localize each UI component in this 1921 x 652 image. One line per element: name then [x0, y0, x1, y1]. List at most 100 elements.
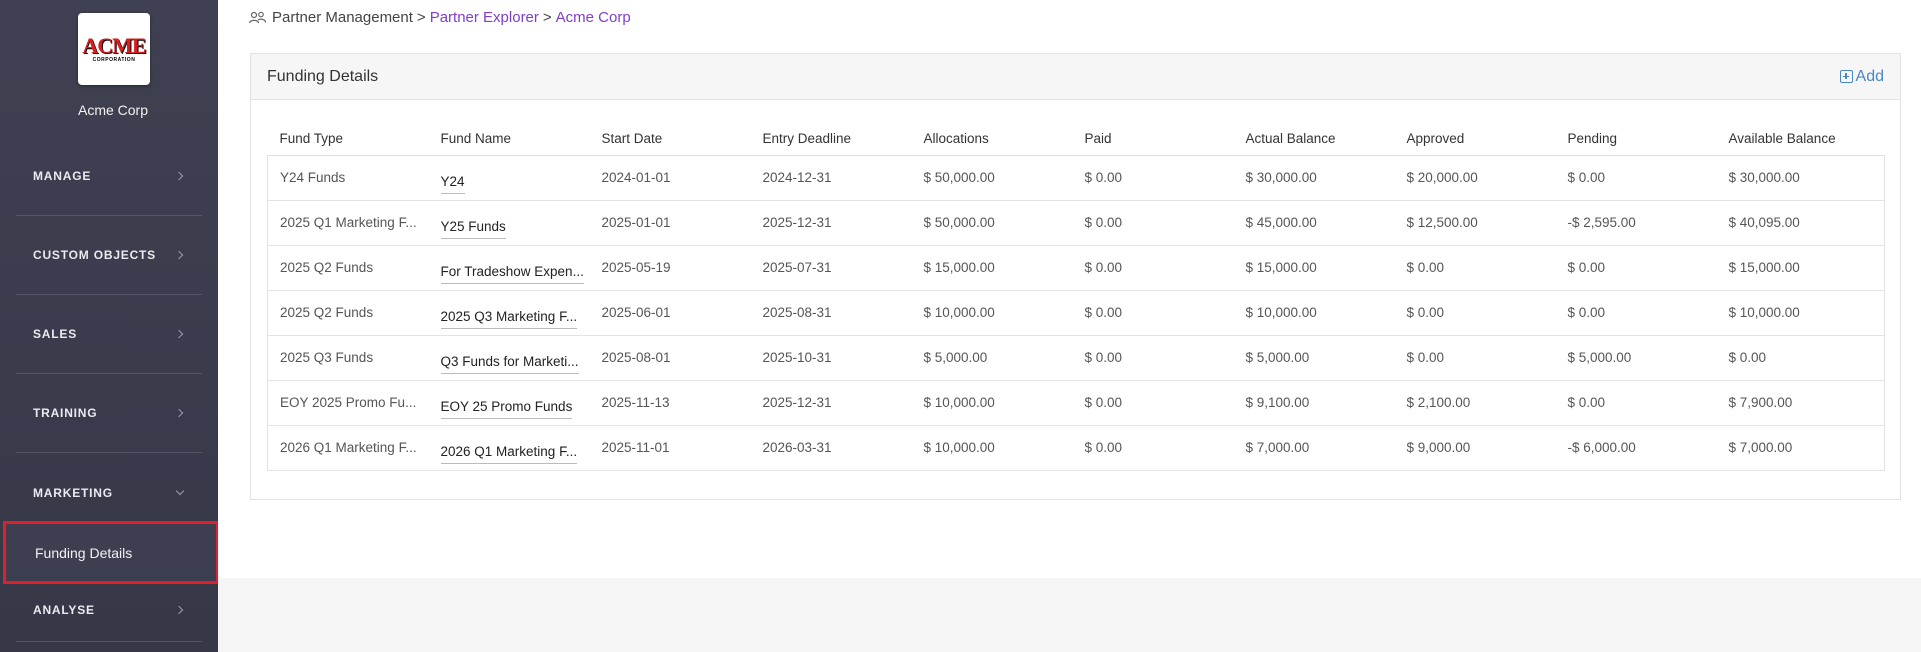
entry-deadline-cell: 2025-08-31 — [750, 290, 912, 336]
table-row[interactable]: 2026 Q1 Marketing F... 2026 Q1 Marketing… — [267, 425, 1885, 471]
available-balance-cell: $ 30,000.00 — [1716, 155, 1885, 201]
fund-name-cell: 2026 Q1 Marketing F... — [428, 425, 590, 471]
paid-cell: $ 0.00 — [1072, 200, 1234, 246]
entry-deadline-cell: 2025-07-31 — [750, 245, 912, 291]
table-row[interactable]: 2025 Q1 Marketing F... Y25 Funds 2025-01… — [267, 200, 1885, 246]
start-date-cell: 2024-01-01 — [589, 155, 751, 201]
chevron-right-icon — [174, 249, 186, 261]
allocations-cell: $ 15,000.00 — [911, 245, 1073, 291]
column-header[interactable]: Actual Balance — [1233, 122, 1395, 156]
fund-name-cell: 2025 Q3 Marketing F... — [428, 290, 590, 336]
approved-cell: $ 0.00 — [1394, 335, 1556, 381]
fund-name-link[interactable]: For Tradeshow Expen... — [440, 258, 584, 284]
sidebar-item-label: CUSTOM OBJECTS — [33, 248, 156, 262]
paid-cell: $ 0.00 — [1072, 155, 1234, 201]
sidebar-item-label: MARKETING — [33, 485, 113, 500]
company-logo[interactable]: ACME CORPORATION — [78, 13, 150, 85]
approved-cell: $ 0.00 — [1394, 245, 1556, 291]
allocations-cell: $ 5,000.00 — [911, 335, 1073, 381]
sidebar-item-custom-objects[interactable]: CUSTOM OBJECTS — [16, 216, 202, 295]
sidebar-subitem-funding-details[interactable]: Funding Details — [3, 521, 219, 584]
entry-deadline-cell: 2026-03-31 — [750, 425, 912, 471]
column-header[interactable]: Fund Type — [267, 122, 429, 156]
add-button-label: Add — [1855, 67, 1884, 85]
sidebar-item-sales[interactable]: SALES — [16, 295, 202, 374]
actual-balance-cell: $ 15,000.00 — [1233, 245, 1395, 291]
table-row[interactable]: Y24 Funds Y24 2024-01-01 2024-12-31 $ 50… — [267, 155, 1885, 201]
sidebar-item-training[interactable]: TRAINING — [16, 374, 202, 453]
breadcrumb-root[interactable]: Partner Management — [272, 9, 413, 26]
fund-type-cell: 2025 Q2 Funds — [267, 245, 429, 291]
paid-cell: $ 0.00 — [1072, 425, 1234, 471]
sidebar: ACME CORPORATION Acme Corp MANAGE CUSTOM… — [0, 0, 219, 652]
column-header[interactable]: Allocations — [911, 122, 1073, 156]
fund-name-link[interactable]: 2026 Q1 Marketing F... — [440, 438, 578, 464]
panel-header: Funding Details Add — [251, 54, 1900, 100]
table-body: Y24 Funds Y24 2024-01-01 2024-12-31 $ 50… — [267, 155, 1885, 471]
actual-balance-cell: $ 5,000.00 — [1233, 335, 1395, 381]
breadcrumb-acme-corp[interactable]: Acme Corp — [556, 9, 631, 26]
column-header[interactable]: Available Balance — [1716, 122, 1885, 156]
funding-table: Fund Type Fund Name Start Date Entry Dea… — [267, 122, 1885, 471]
column-header[interactable]: Fund Name — [428, 122, 590, 156]
paid-cell: $ 0.00 — [1072, 245, 1234, 291]
pending-cell: $ 0.00 — [1555, 245, 1717, 291]
fund-name-cell: Y25 Funds — [428, 200, 590, 246]
fund-name-link[interactable]: EOY 25 Promo Funds — [440, 393, 573, 419]
start-date-cell: 2025-05-19 — [589, 245, 751, 291]
start-date-cell: 2025-08-01 — [589, 335, 751, 381]
entry-deadline-cell: 2024-12-31 — [750, 155, 912, 201]
start-date-cell: 2025-01-01 — [589, 200, 751, 246]
chevron-down-icon — [174, 487, 186, 499]
fund-type-cell: 2025 Q1 Marketing F... — [267, 200, 429, 246]
pending-cell: -$ 2,595.00 — [1555, 200, 1717, 246]
actual-balance-cell: $ 7,000.00 — [1233, 425, 1395, 471]
approved-cell: $ 9,000.00 — [1394, 425, 1556, 471]
chevron-right-icon — [174, 328, 186, 340]
fund-name-cell: For Tradeshow Expen... — [428, 245, 590, 291]
approved-cell: $ 12,500.00 — [1394, 200, 1556, 246]
fund-type-cell: 2025 Q3 Funds — [267, 335, 429, 381]
column-header[interactable]: Pending — [1555, 122, 1717, 156]
fund-name-link[interactable]: Q3 Funds for Marketi... — [440, 348, 579, 374]
available-balance-cell: $ 0.00 — [1716, 335, 1885, 381]
org-name: Acme Corp — [77, 102, 149, 118]
fund-name-cell: EOY 25 Promo Funds — [428, 380, 590, 426]
column-header[interactable]: Paid — [1072, 122, 1234, 156]
fund-name-link[interactable]: 2025 Q3 Marketing F... — [440, 303, 578, 329]
logo-text: ACME — [82, 32, 146, 58]
available-balance-cell: $ 7,900.00 — [1716, 380, 1885, 426]
people-icon — [248, 11, 267, 23]
entry-deadline-cell: 2025-10-31 — [750, 335, 912, 381]
breadcrumb-separator: > — [416, 9, 426, 26]
fund-type-cell: Y24 Funds — [267, 155, 429, 201]
sidebar-item-label: ANALYSE — [33, 602, 95, 617]
actual-balance-cell: $ 9,100.00 — [1233, 380, 1395, 426]
chevron-right-icon — [174, 170, 186, 182]
fund-name-link[interactable]: Y25 Funds — [440, 213, 506, 239]
table-row[interactable]: EOY 2025 Promo Fu... EOY 25 Promo Funds … — [267, 380, 1885, 426]
column-header[interactable]: Start Date — [589, 122, 751, 156]
funding-details-panel: Funding Details Add Fund Type Fund Name … — [250, 53, 1901, 500]
chevron-right-icon — [174, 407, 186, 419]
breadcrumb-separator: > — [542, 9, 552, 26]
table-row[interactable]: 2025 Q3 Funds Q3 Funds for Marketi... 20… — [267, 335, 1885, 381]
column-header[interactable]: Approved — [1394, 122, 1556, 156]
paid-cell: $ 0.00 — [1072, 290, 1234, 336]
fund-name-link[interactable]: Y24 — [440, 168, 465, 194]
paid-cell: $ 0.00 — [1072, 380, 1234, 426]
table-row[interactable]: 2025 Q2 Funds 2025 Q3 Marketing F... 202… — [267, 290, 1885, 336]
breadcrumb-partner-explorer[interactable]: Partner Explorer — [430, 9, 539, 26]
available-balance-cell: $ 7,000.00 — [1716, 425, 1885, 471]
add-button[interactable]: Add — [1839, 67, 1884, 86]
breadcrumb: Partner Management > Partner Explorer > … — [248, 9, 631, 26]
pending-cell: $ 0.00 — [1555, 290, 1717, 336]
sidebar-subitem-label: Funding Details — [35, 544, 133, 561]
start-date-cell: 2025-11-01 — [589, 425, 751, 471]
allocations-cell: $ 10,000.00 — [911, 425, 1073, 471]
pending-cell: $ 0.00 — [1555, 380, 1717, 426]
sidebar-item-analyse[interactable]: ANALYSE — [16, 578, 202, 642]
sidebar-item-manage[interactable]: MANAGE — [16, 137, 202, 216]
table-row[interactable]: 2025 Q2 Funds For Tradeshow Expen... 202… — [267, 245, 1885, 291]
column-header[interactable]: Entry Deadline — [750, 122, 912, 156]
